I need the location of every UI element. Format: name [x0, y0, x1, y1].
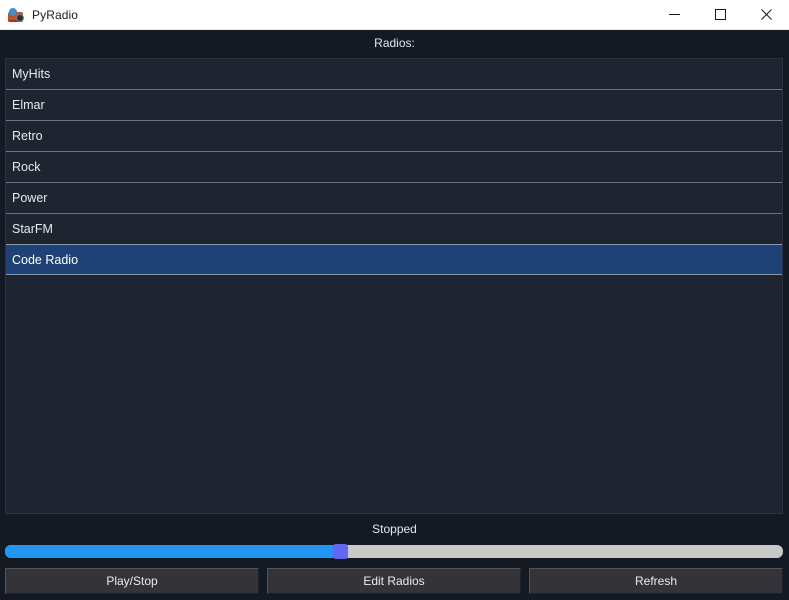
radio-list-item-label: StarFM: [12, 222, 53, 236]
radio-list-item[interactable]: Power: [6, 183, 782, 214]
refresh-button[interactable]: Refresh: [529, 568, 783, 594]
maximize-button[interactable]: [697, 0, 743, 29]
radio-list-item-label: Retro: [12, 129, 43, 143]
radios-list-header: Radios:: [374, 36, 415, 50]
volume-slider[interactable]: [5, 544, 783, 559]
radio-list[interactable]: MyHits Elmar Retro Rock Power StarFM Code Radi…: [5, 58, 783, 514]
radio-list-item[interactable]: Rock: [6, 152, 782, 183]
edit-radios-button-label: Edit Radios: [363, 574, 425, 588]
play-stop-button[interactable]: Play/Stop: [5, 568, 259, 594]
radio-list-item-label: Power: [12, 191, 48, 205]
refresh-button-label: Refresh: [634, 574, 678, 588]
edit-radios-button[interactable]: Edit Radios: [267, 568, 521, 594]
window-controls: [651, 0, 789, 29]
radio-list-item-label: Rock: [12, 160, 41, 174]
slider-fill: [5, 545, 340, 558]
maximize-icon: [714, 9, 726, 20]
play-stop-button-label: Play/Stop: [106, 574, 158, 588]
minimize-icon: [668, 14, 680, 15]
radio-list-item-label: Elmar: [12, 98, 45, 112]
minimize-button[interactable]: [651, 0, 697, 29]
slider-handle[interactable]: [333, 544, 348, 559]
radio-list-item[interactable]: Elmar: [6, 90, 782, 121]
radio-list-item[interactable]: StarFM: [6, 214, 782, 245]
radio-list-item[interactable]: Code Radio: [6, 244, 782, 275]
window-title: PyRadio: [32, 7, 79, 22]
radio-list-item-label: Code Radio: [12, 252, 79, 267]
close-icon: [760, 9, 772, 20]
status-label: Stopped: [372, 522, 417, 536]
radio-app-icon: [8, 7, 24, 23]
action-button-row: Play/Stop Edit Radios Refresh: [5, 568, 783, 594]
titlebar: PyRadio: [0, 0, 789, 30]
radio-list-item[interactable]: MyHits: [6, 59, 782, 90]
close-button[interactable]: [743, 0, 789, 29]
radio-list-item-label: MyHits: [12, 67, 51, 81]
pyradio-window: PyRadio Radios: MyHits Elmar Retro Rock …: [0, 0, 789, 600]
radio-list-item[interactable]: Retro: [6, 121, 782, 152]
